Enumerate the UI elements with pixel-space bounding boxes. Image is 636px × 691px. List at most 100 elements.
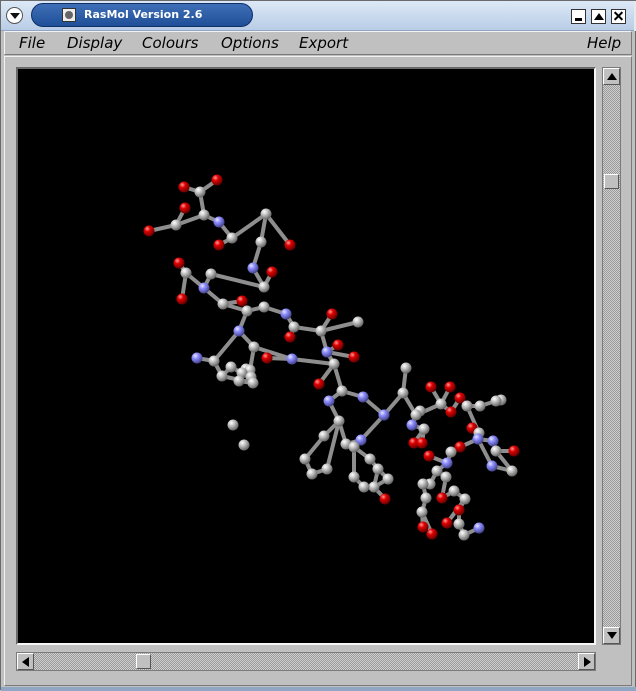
nitrogen-atom [233, 325, 245, 337]
carbon-atom [431, 465, 443, 477]
carbon-atom [416, 506, 428, 518]
molecule-rendering[interactable] [18, 69, 594, 643]
carbon-atom [255, 236, 267, 248]
oxygen-atom [178, 181, 190, 193]
scroll-left-button[interactable] [17, 653, 34, 670]
menu-options[interactable]: Options [221, 34, 279, 52]
carbon-atom [288, 321, 300, 333]
carbon-atom [260, 208, 272, 220]
horizontal-scroll-thumb[interactable] [136, 654, 151, 669]
nitrogen-atom [473, 522, 485, 534]
close-button[interactable] [611, 9, 626, 24]
oxygen-atom [445, 406, 457, 418]
carbon-atom [474, 400, 486, 412]
minimize-button[interactable] [571, 9, 586, 24]
carbon-atom [205, 268, 217, 280]
carbon-atom [170, 219, 182, 231]
carbon-atom [208, 355, 220, 367]
oxygen-atom [417, 521, 429, 533]
carbon-atom [453, 518, 465, 530]
menu-export[interactable]: Export [299, 34, 348, 52]
nitrogen-atom [247, 262, 259, 274]
carbon-atom [328, 358, 340, 370]
oxygen-atom [425, 381, 437, 393]
carbon-atom [233, 375, 245, 387]
oxygen-atom [284, 331, 296, 343]
carbon-atom [417, 478, 429, 490]
carbon-atom [420, 492, 432, 504]
oxygen-atom [436, 492, 448, 504]
carbon-atom [225, 361, 237, 373]
nitrogen-atom [198, 282, 210, 294]
carbon-atom [418, 423, 430, 435]
bonds-group [147, 178, 516, 537]
scroll-right-button[interactable] [578, 653, 595, 670]
arrow-up-icon [607, 73, 617, 80]
oxygen-atom [423, 450, 435, 462]
carbon-atom [358, 481, 370, 493]
window-menu-icon[interactable] [6, 7, 23, 24]
menu-colours[interactable]: Colours [142, 34, 198, 52]
carbon-atom [440, 471, 452, 483]
oxygen-atom [266, 266, 278, 278]
carbon-atom [372, 463, 384, 475]
nitrogen-atom [487, 435, 499, 447]
oxygen-atom [176, 293, 188, 305]
nitrogen-atom [378, 409, 390, 421]
title-bar[interactable]: RasMol Version 2.6 [1, 1, 636, 31]
nitrogen-atom [441, 457, 453, 469]
vertical-scrollbar[interactable] [602, 67, 621, 645]
oxygen-atom [211, 174, 223, 186]
carbon-atom [306, 468, 318, 480]
carbon-atom [459, 493, 471, 505]
oxygen-atom [444, 381, 456, 393]
oxygen-atom [508, 445, 520, 457]
nitrogen-atom [213, 216, 225, 228]
scroll-up-button[interactable] [603, 68, 620, 85]
oxygen-atom [213, 239, 225, 251]
carbon-atom [336, 385, 348, 397]
title-pill[interactable]: RasMol Version 2.6 [31, 3, 253, 27]
nitrogen-atom [406, 419, 418, 431]
carbon-atom [315, 325, 327, 337]
horizontal-scrollbar[interactable] [16, 652, 596, 671]
carbon-atom [397, 387, 409, 399]
carbon-atom [352, 316, 364, 328]
carbon-atom [461, 400, 473, 412]
carbon-atom [217, 298, 229, 310]
oxygen-atom [326, 308, 338, 320]
nitrogen-atom [280, 308, 292, 320]
carbon-atom [318, 430, 330, 442]
menu-file[interactable]: File [19, 34, 45, 52]
carbon-atom [194, 186, 206, 198]
carbon-atom [180, 267, 192, 279]
carbon-atom [410, 409, 422, 421]
menu-bar: File Display Colours Options Export Help [4, 31, 632, 55]
molecule-canvas[interactable] [16, 67, 596, 645]
maximize-button[interactable] [591, 9, 606, 24]
arrow-down-icon [607, 632, 617, 639]
nitrogen-atom [191, 352, 203, 364]
oxygen-atom [313, 378, 325, 390]
carbon-atom [258, 301, 270, 313]
vertical-scroll-thumb[interactable] [604, 174, 619, 189]
carbon-atom [299, 453, 311, 465]
scrollbar-corner [602, 652, 621, 671]
oxygen-atom [379, 493, 391, 505]
oxygen-atom [173, 257, 185, 269]
nitrogen-atom [323, 395, 335, 407]
carbon-atom [506, 465, 518, 477]
oxygen-atom [236, 295, 248, 307]
bond [290, 357, 336, 366]
scroll-down-button[interactable] [603, 627, 620, 644]
oxygen-atom [426, 528, 438, 540]
menu-display[interactable]: Display [67, 34, 122, 52]
carbon-atom [448, 485, 460, 497]
nitrogen-atom [286, 353, 298, 365]
carbon-atom [435, 398, 447, 410]
menu-help[interactable]: Help [587, 34, 621, 52]
oxygen-atom [179, 202, 191, 214]
carbon-atom [321, 463, 333, 475]
carbon-atom [382, 473, 394, 485]
oxygen-atom [332, 339, 344, 351]
